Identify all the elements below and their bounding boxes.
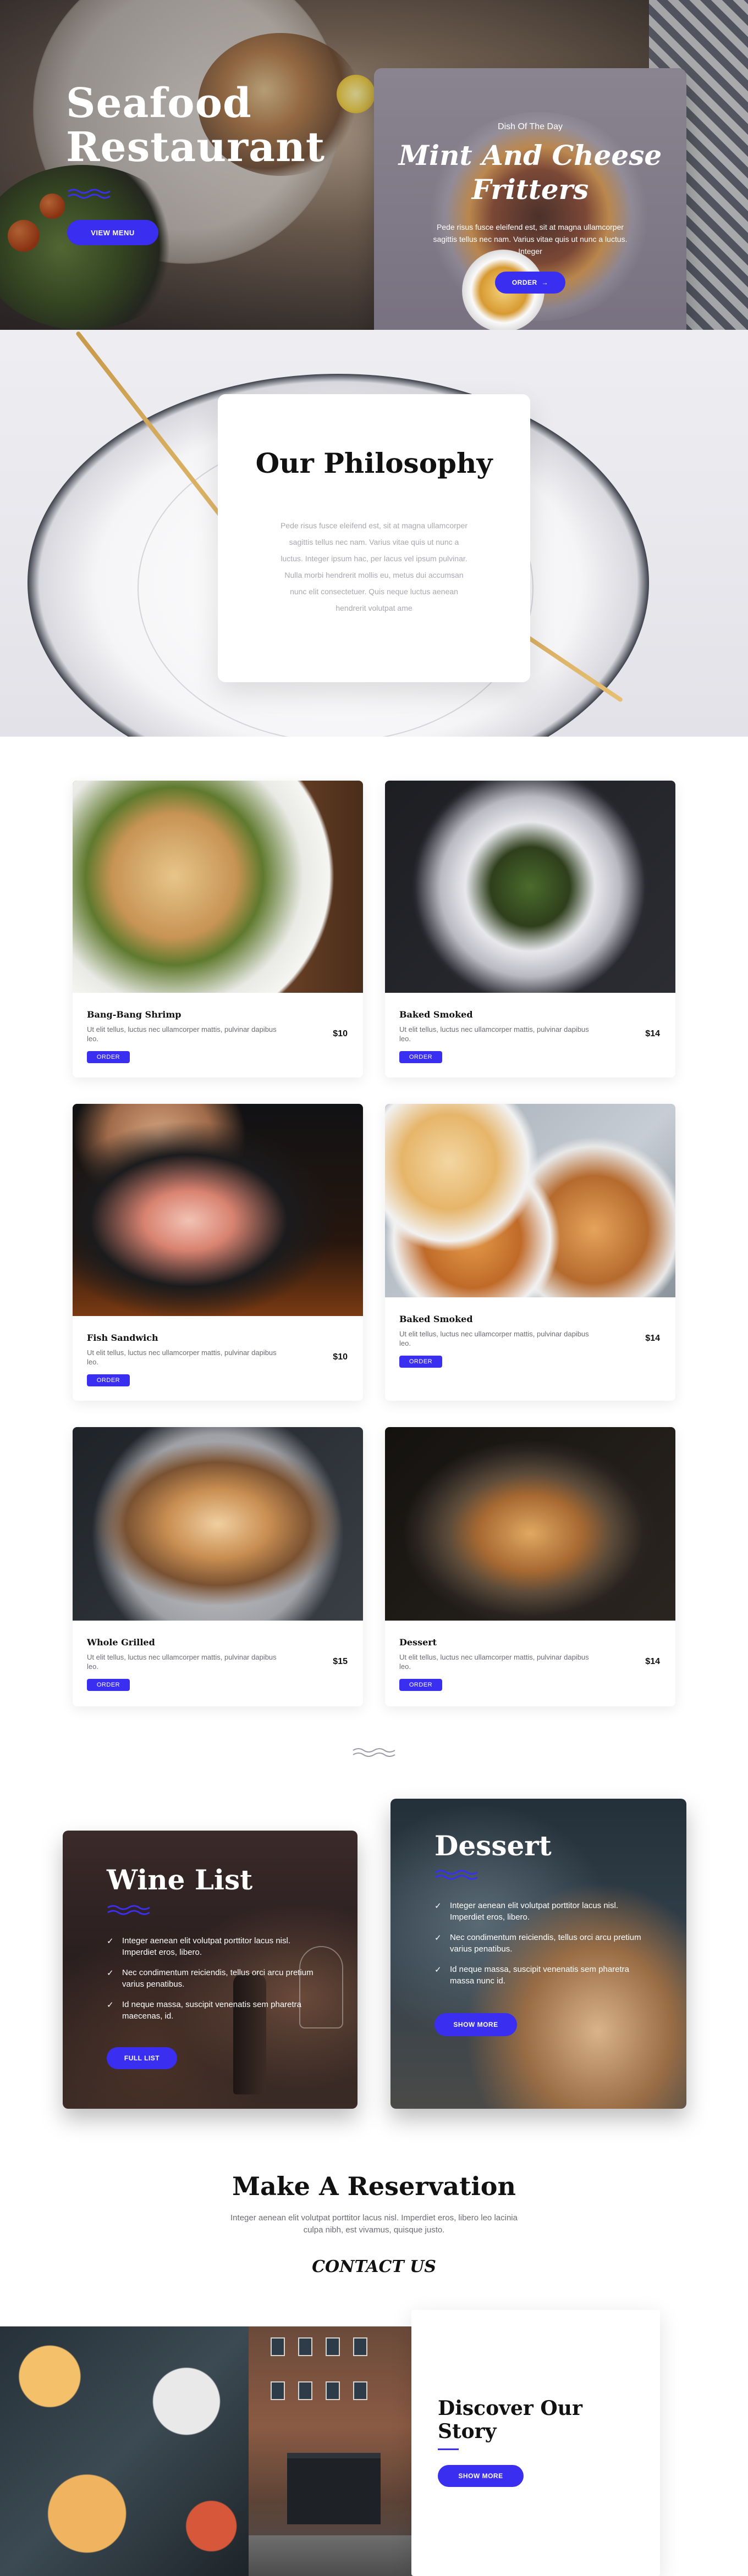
- full-list-button[interactable]: FULL LIST: [107, 2047, 177, 2069]
- reservation-title: Make A Reservation: [232, 2171, 516, 2201]
- order-button[interactable]: ORDER: [87, 1374, 130, 1386]
- dish-of-day-name: Mint And Cheese Fritters: [398, 139, 662, 206]
- order-button[interactable]: ORDER →: [495, 272, 565, 294]
- dessert-card: Dessert ✓ Integer aenean elit volutpat po…: [391, 1799, 686, 2109]
- menu-item-price: $10: [333, 1352, 348, 1362]
- view-menu-label: VIEW MENU: [91, 228, 135, 237]
- arrow-right-icon: →: [541, 279, 549, 286]
- window-image: [298, 2381, 312, 2400]
- menu-item-name: Baked Smoked: [399, 1009, 473, 1020]
- menu-card: Dessert Ut elit tellus, luctus nec ullam…: [385, 1427, 675, 1706]
- check-icon: ✓: [435, 1965, 442, 1975]
- menu-item-name: Dessert: [399, 1637, 437, 1648]
- wave-divider-icon: [435, 1870, 478, 1880]
- full-list-label: FULL LIST: [124, 2054, 160, 2062]
- wave-divider-icon: [107, 1905, 150, 1915]
- menu-item-price: $14: [645, 1657, 660, 1666]
- philosophy-section: Our Philosophy Pede risus fusce eleifend…: [0, 330, 748, 737]
- dish-of-day-card: Dish Of The Day Mint And Cheese Fritters…: [374, 68, 686, 345]
- menu-item-name: Baked Smoked: [399, 1314, 473, 1324]
- wine-list-card: Wine List ✓ Integer aenean elit volutpat …: [63, 1831, 358, 2109]
- menu-item-image: [385, 1104, 675, 1297]
- list-item: ✓ Integer aenean elit volutpat porttitor …: [107, 1936, 291, 1957]
- menu-card: Baked Smoked Ut elit tellus, luctus nec …: [385, 781, 675, 1077]
- wine-list-title: Wine List: [107, 1864, 253, 1896]
- menu-item-description: Ut elit tellus, luctus nec ullamcorper m…: [87, 1653, 277, 1671]
- menu-card: Baked Smoked Ut elit tellus, luctus nec …: [385, 1104, 675, 1401]
- list-item: ✓ Id neque massa, suscipit venenatis sem …: [107, 2000, 302, 2021]
- order-label: ORDER: [512, 279, 537, 286]
- menu-item-description: Ut elit tellus, luctus nec ullamcorper m…: [399, 1653, 589, 1671]
- order-button[interactable]: ORDER: [399, 1051, 442, 1063]
- menu-item-price: $14: [645, 1029, 660, 1038]
- dish-of-day-label: Dish Of The Day: [498, 122, 563, 131]
- menu-item-description: Ut elit tellus, luctus nec ullamcorper m…: [87, 1348, 277, 1366]
- story-show-more-label: SHOW MORE: [458, 2472, 503, 2480]
- wine-list-items: ✓ Integer aenean elit volutpat porttitor …: [107, 1935, 321, 2031]
- menu-item-description: Ut elit tellus, luctus nec ullamcorper m…: [399, 1330, 589, 1347]
- menu-item-image: [385, 1427, 675, 1621]
- menu-card: Bang-Bang Shrimp Ut elit tellus, luctus …: [73, 781, 363, 1077]
- menu-item-image: [73, 781, 363, 993]
- menu-card: Whole Grilled Ut elit tellus, luctus nec…: [73, 1427, 363, 1706]
- window-image: [271, 2381, 285, 2400]
- dish-of-day-description: Pede risus fusce eleifend est, sit at ma…: [433, 223, 628, 256]
- menu-item-price: $14: [645, 1334, 660, 1343]
- menu-item-price: $10: [333, 1029, 348, 1038]
- menu-item-name: Whole Grilled: [87, 1637, 155, 1648]
- order-button[interactable]: ORDER: [87, 1051, 130, 1063]
- story-card: Discover Our Story SHOW MORE: [411, 2310, 660, 2576]
- check-icon: ✓: [107, 2000, 114, 2010]
- wave-divider-icon: [68, 189, 111, 199]
- check-icon: ✓: [107, 1969, 114, 1978]
- menu-item-name: Bang-Bang Shrimp: [87, 1009, 182, 1020]
- order-button[interactable]: ORDER: [87, 1679, 130, 1691]
- menu-card: Fish Sandwich Ut elit tellus, luctus nec…: [73, 1104, 363, 1401]
- hero-title: Seafood Restaurant: [66, 80, 326, 171]
- philosophy-card: Our Philosophy Pede risus fusce eleifend…: [218, 394, 530, 682]
- check-icon: ✓: [107, 1937, 114, 1946]
- window-image: [353, 2381, 367, 2400]
- show-more-button[interactable]: SHOW MORE: [435, 2013, 517, 2036]
- story-divider: [438, 2448, 459, 2450]
- show-more-label: SHOW MORE: [453, 2021, 498, 2028]
- story-title: Discover Our Story: [438, 2397, 582, 2443]
- philosophy-title: Our Philosophy: [255, 447, 493, 479]
- window-image: [271, 2337, 285, 2356]
- list-item: ✓ Integer aenean elit volutpat porttitor …: [435, 1901, 619, 1922]
- philosophy-text: Pede risus fusce eleifend est, sit at ma…: [280, 521, 468, 612]
- story-food-image: [0, 2326, 249, 2576]
- story-show-more-button[interactable]: SHOW MORE: [438, 2465, 524, 2487]
- window-image: [326, 2381, 340, 2400]
- wave-divider-icon: [353, 1748, 395, 1757]
- reservation-text: Integer aenean elit volutpat porttitor l…: [230, 2213, 518, 2235]
- order-button[interactable]: ORDER: [399, 1356, 442, 1368]
- menu-item-image: [73, 1104, 363, 1316]
- list-item: ✓ Nec condimentum reiciendis, tellus orci…: [435, 1933, 641, 1954]
- contact-us-link[interactable]: CONTACT US: [0, 2257, 748, 2276]
- menu-item-image: [385, 781, 675, 993]
- list-item: ✓ Nec condimentum reiciendis, tellus orci…: [107, 1968, 314, 1989]
- view-menu-button[interactable]: VIEW MENU: [67, 220, 158, 245]
- storefront-image: [287, 2453, 381, 2524]
- window-image: [326, 2337, 340, 2356]
- menu-item-description: Ut elit tellus, luctus nec ullamcorper m…: [399, 1025, 589, 1043]
- window-image: [353, 2337, 367, 2356]
- order-button[interactable]: ORDER: [399, 1679, 442, 1691]
- menu-item-price: $15: [333, 1657, 348, 1666]
- dessert-title: Dessert: [435, 1829, 552, 1862]
- window-image: [298, 2337, 312, 2356]
- dessert-items: ✓ Integer aenean elit volutpat porttitor …: [435, 1900, 649, 1995]
- menu-item-image: [73, 1427, 363, 1621]
- check-icon: ✓: [435, 1933, 442, 1943]
- check-icon: ✓: [435, 1901, 442, 1911]
- list-item: ✓ Id neque massa, suscipit venenatis sem …: [435, 1965, 630, 1986]
- menu-item-description: Ut elit tellus, luctus nec ullamcorper m…: [87, 1025, 277, 1043]
- menu-item-name: Fish Sandwich: [87, 1333, 158, 1343]
